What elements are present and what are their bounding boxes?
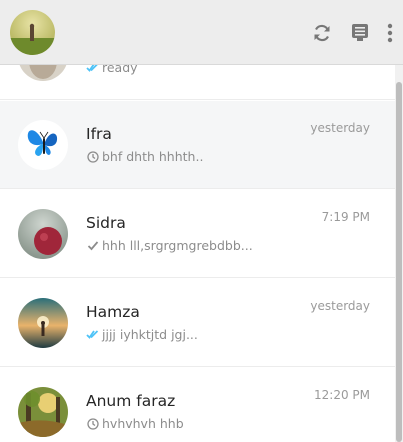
header-actions bbox=[297, 20, 395, 46]
chat-time: yesterday bbox=[310, 299, 370, 313]
clock-icon bbox=[86, 150, 99, 163]
chat-item-sidra[interactable]: Sidra 7:19 PM hhh lll,srgrgmgrebdbb... bbox=[0, 190, 395, 278]
chat-preview-text: hhh lll,srgrgmgrebdbb... bbox=[102, 238, 253, 253]
chat-preview: hvhvhvh hhb bbox=[86, 416, 184, 431]
chat-name: Hamza bbox=[86, 303, 140, 321]
chat-preview: bhf dhth hhhth.. bbox=[86, 149, 203, 164]
avatar bbox=[18, 120, 68, 170]
refresh-icon[interactable] bbox=[309, 20, 335, 46]
chat-list: ready Ifra yesterday bhf dhth hhhth.. Si… bbox=[0, 0, 395, 442]
more-vert-icon[interactable] bbox=[385, 20, 395, 46]
chat-name: Anum faraz bbox=[86, 392, 176, 410]
header-bar bbox=[0, 0, 403, 65]
new-chat-icon[interactable] bbox=[347, 20, 373, 46]
chat-app: ready Ifra yesterday bhf dhth hhhth.. Si… bbox=[0, 0, 403, 442]
chat-item-anum-faraz[interactable]: Anum faraz 12:20 PM hvhvhvh hhb bbox=[0, 368, 395, 442]
chat-time: 7:19 PM bbox=[321, 210, 370, 224]
avatar bbox=[18, 209, 68, 259]
chat-preview-text: bhf dhth hhhth.. bbox=[102, 149, 204, 164]
chat-name: Sidra bbox=[86, 214, 126, 232]
scrollbar-thumb[interactable] bbox=[396, 82, 402, 442]
scrollbar[interactable] bbox=[395, 64, 403, 442]
check-icon bbox=[86, 239, 99, 252]
double-check-icon bbox=[86, 328, 99, 341]
profile-avatar[interactable] bbox=[10, 10, 55, 55]
avatar bbox=[18, 387, 68, 437]
chat-preview: hhh lll,srgrgmgrebdbb... bbox=[86, 238, 253, 253]
chat-preview-text: hvhvhvh hhb bbox=[102, 416, 184, 431]
clock-icon bbox=[86, 417, 99, 430]
chat-name: Ifra bbox=[86, 125, 112, 143]
avatar bbox=[18, 298, 68, 348]
chat-preview-text: jjjj iyhktjtd jgj... bbox=[102, 327, 198, 342]
chat-time: yesterday bbox=[310, 121, 370, 135]
chat-item-ifra[interactable]: Ifra yesterday bhf dhth hhhth.. bbox=[0, 101, 395, 189]
chat-preview: jjjj iyhktjtd jgj... bbox=[86, 327, 198, 342]
chat-time: 12:20 PM bbox=[314, 388, 370, 402]
chat-item-hamza[interactable]: Hamza yesterday jjjj iyhktjtd jgj... bbox=[0, 279, 395, 367]
